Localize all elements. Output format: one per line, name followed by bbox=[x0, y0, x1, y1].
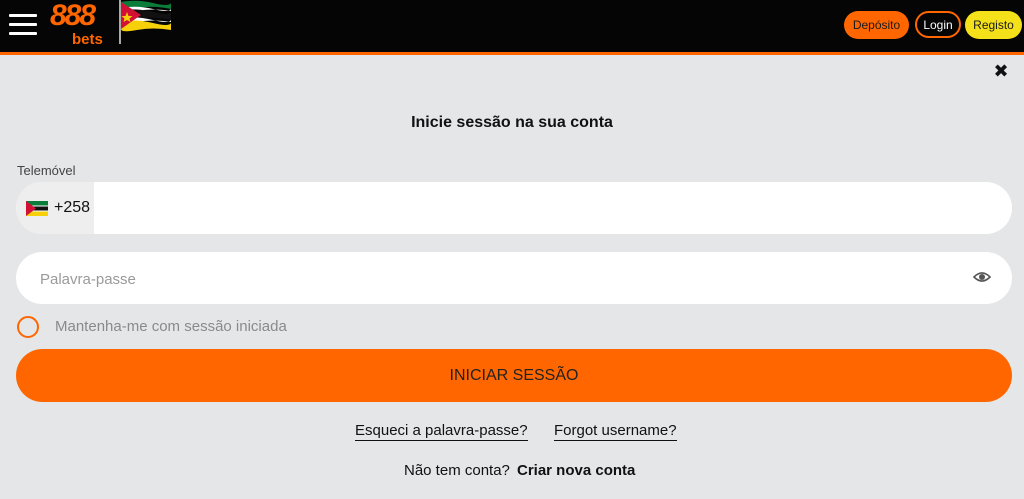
mozambique-flag-icon bbox=[26, 200, 48, 216]
mozambique-flag-icon[interactable] bbox=[117, 0, 171, 44]
login-submit-button[interactable]: INICIAR SESSÃO bbox=[16, 349, 1012, 402]
logo[interactable]: 888 bets bbox=[50, 0, 110, 49]
create-account-link[interactable]: Criar nova conta bbox=[517, 462, 635, 479]
phone-field[interactable]: +258 bbox=[16, 182, 1012, 234]
phone-input[interactable] bbox=[94, 182, 1008, 234]
logo-sub: bets bbox=[72, 31, 103, 48]
forgot-username-link[interactable]: Forgot username? bbox=[554, 422, 677, 441]
menu-icon[interactable] bbox=[9, 14, 37, 36]
modal-title: Inicie sessão na sua conta bbox=[411, 114, 613, 131]
forgot-password-link[interactable]: Esqueci a palavra-passe? bbox=[355, 422, 528, 441]
remember-me-radio[interactable] bbox=[17, 316, 39, 338]
login-button[interactable]: Login bbox=[915, 11, 961, 38]
password-input[interactable] bbox=[38, 252, 942, 306]
top-bar: 888 bets Depósito Login Registo bbox=[0, 0, 1024, 55]
remember-me-label: Mantenha-me com sessão iniciada bbox=[55, 318, 287, 335]
country-prefix-selector[interactable]: +258 bbox=[16, 182, 94, 234]
phone-prefix-code: +258 bbox=[54, 199, 91, 216]
password-field[interactable] bbox=[16, 252, 1012, 306]
phone-label: Telemóvel bbox=[17, 163, 76, 178]
eye-icon[interactable] bbox=[973, 270, 991, 284]
register-button[interactable]: Registo bbox=[965, 11, 1022, 39]
logo-number: 888 bbox=[50, 0, 96, 32]
no-account-text: Não tem conta? bbox=[404, 462, 510, 479]
close-icon[interactable]: ✖ bbox=[993, 62, 1009, 80]
deposit-button[interactable]: Depósito bbox=[844, 11, 909, 39]
